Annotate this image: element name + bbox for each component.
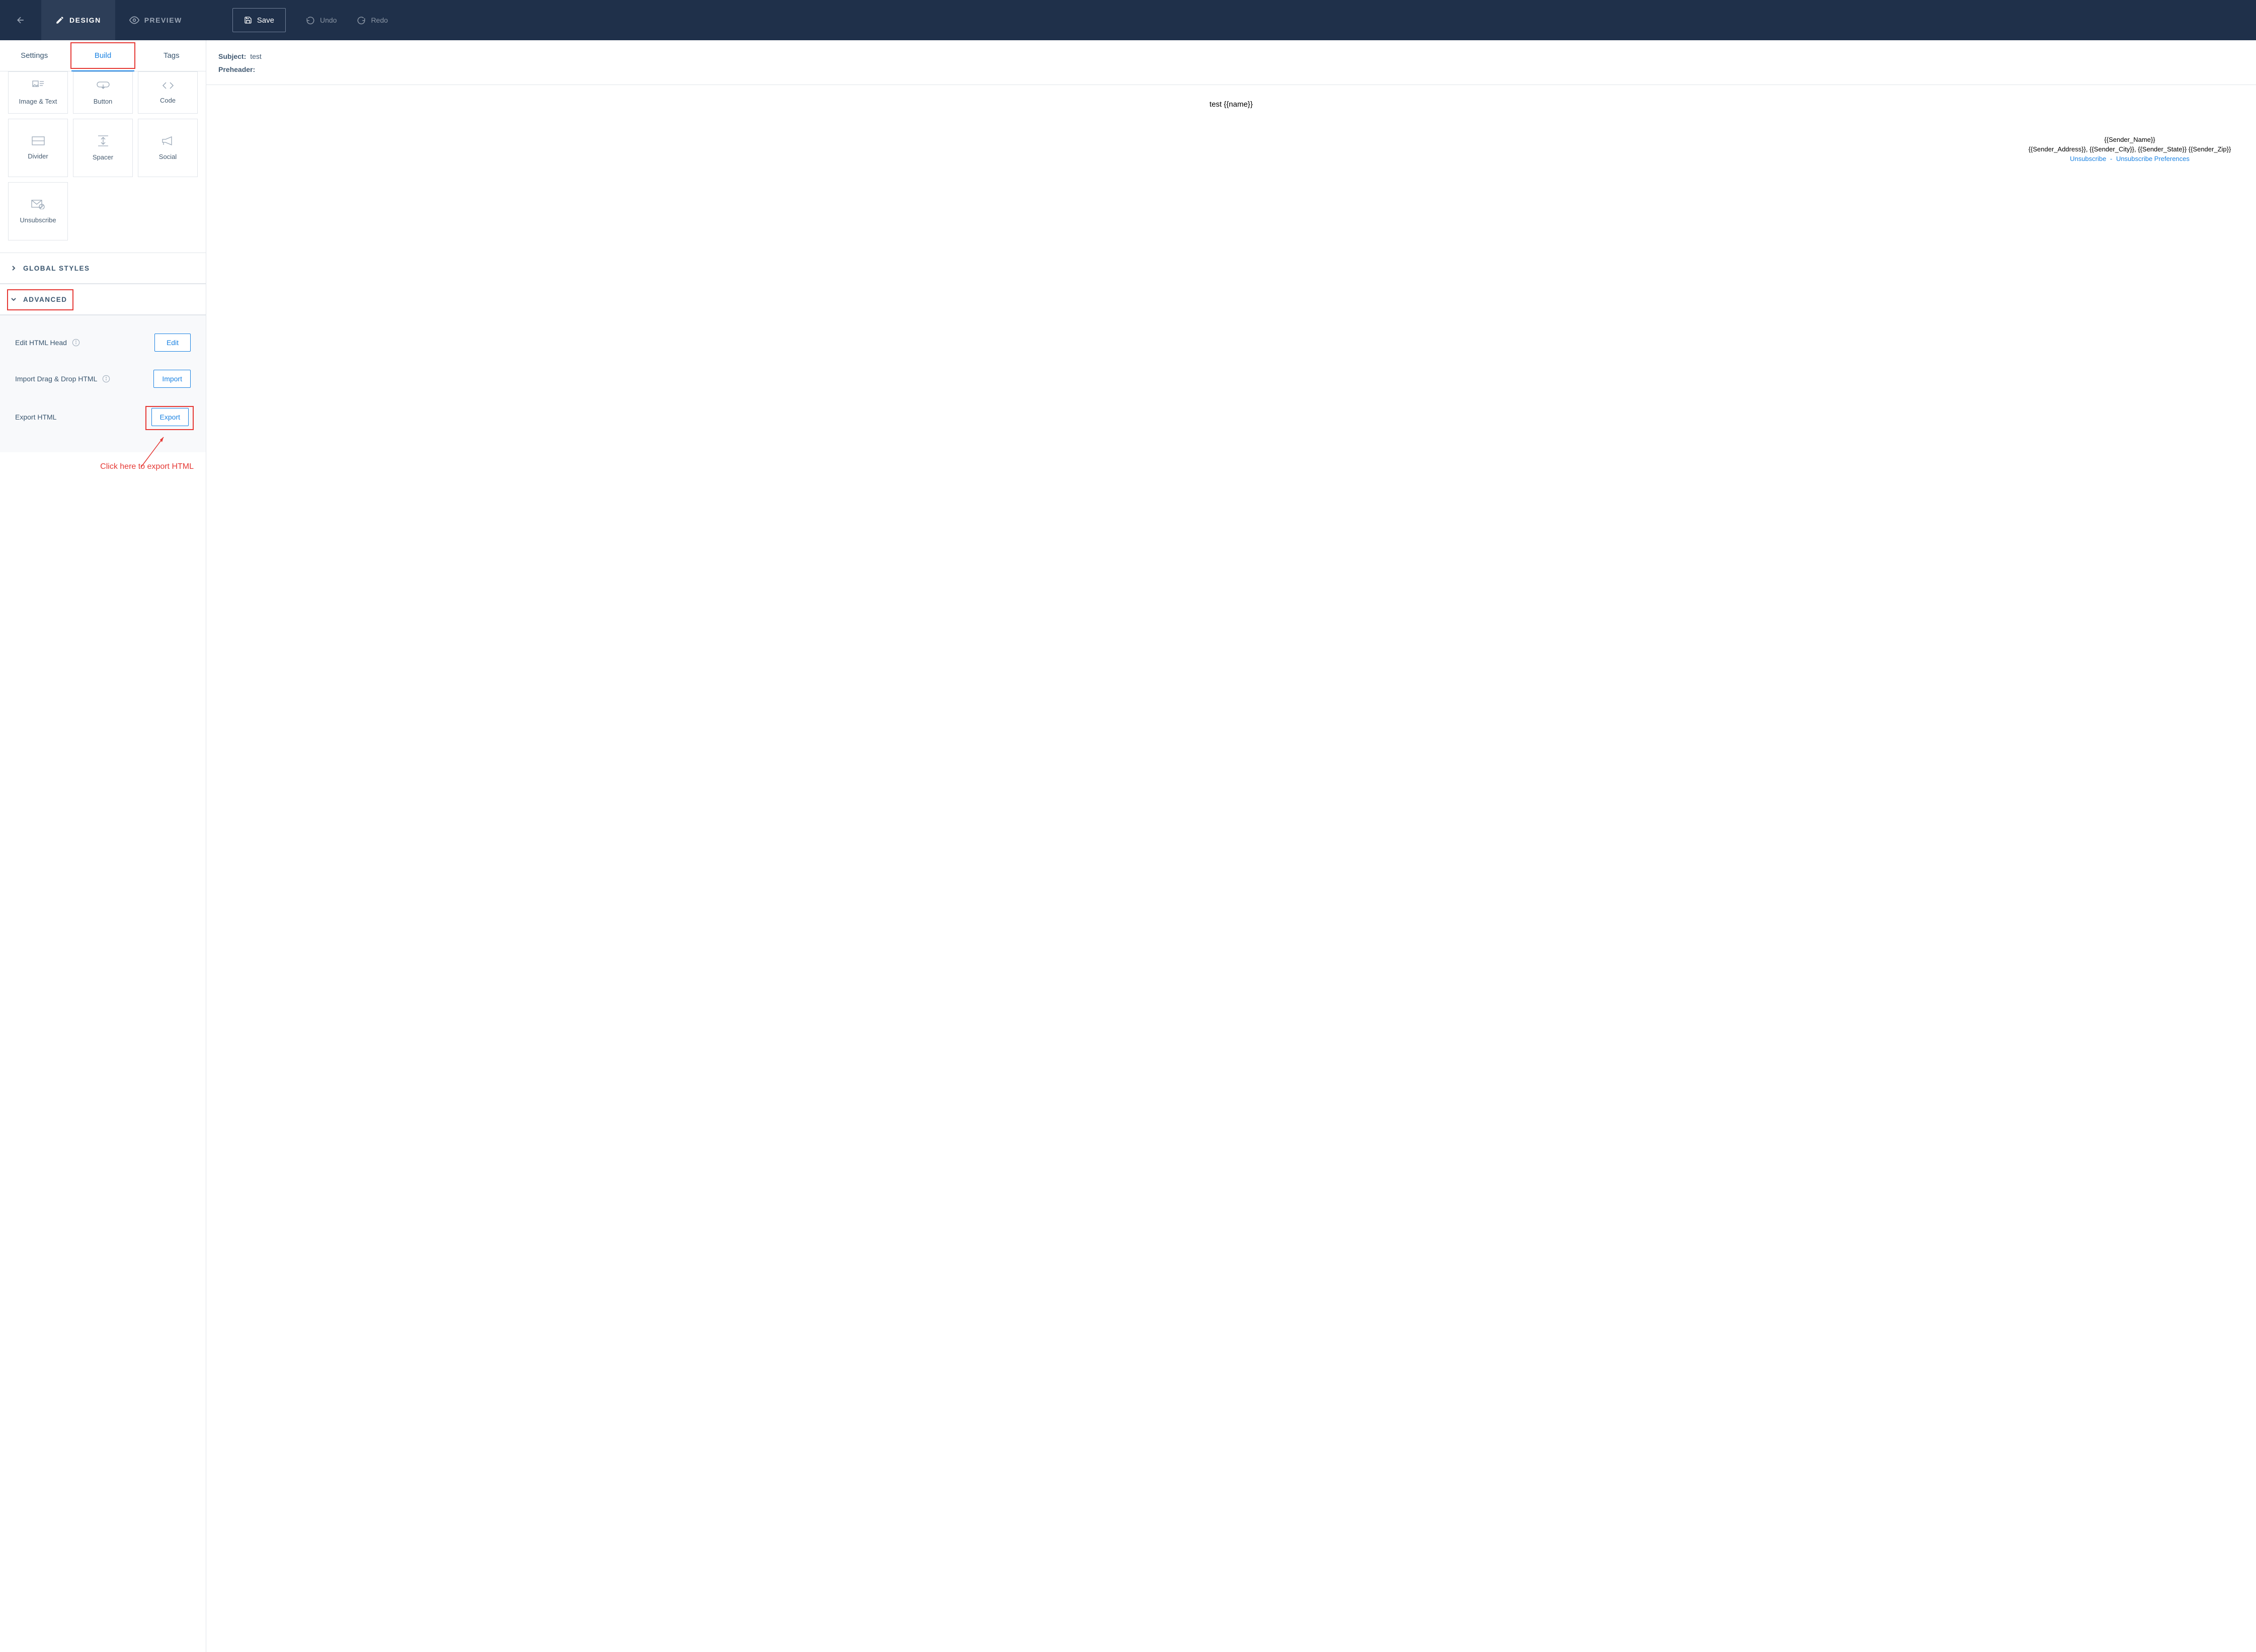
import-html-label: Import Drag & Drop HTML [15, 375, 97, 383]
section-advanced[interactable]: ADVANCED [0, 284, 206, 315]
module-code[interactable]: Code [138, 71, 198, 114]
unsubscribe-icon [31, 199, 45, 209]
tab-build-label: Build [95, 51, 111, 60]
module-label: Unsubscribe [20, 216, 56, 224]
info-icon[interactable] [72, 339, 80, 347]
import-button[interactable]: Import [153, 370, 191, 388]
redo-label: Redo [371, 16, 387, 24]
sender-address: {{Sender_Address}}, {{Sender_City}}, {{S… [2022, 145, 2238, 153]
export-button[interactable]: Export [151, 408, 189, 426]
redo-button[interactable]: Redo [357, 16, 387, 25]
module-button[interactable]: Button [73, 71, 133, 114]
module-spacer[interactable]: Spacer [73, 119, 133, 177]
annotation-text: Click here to export HTML [0, 452, 206, 471]
module-social[interactable]: Social [138, 119, 198, 177]
top-bar: DESIGN PREVIEW Save Undo Redo [0, 0, 2256, 40]
tab-tags[interactable]: Tags [137, 40, 206, 71]
tab-design[interactable]: DESIGN [41, 0, 115, 40]
module-divider[interactable]: Divider [8, 119, 68, 177]
module-label: Code [160, 97, 176, 104]
chevron-down-icon [11, 296, 16, 303]
image-text-icon [32, 80, 44, 91]
divider-icon [32, 136, 45, 145]
eye-icon [129, 15, 139, 25]
module-image-text[interactable]: Image & Text [8, 71, 68, 114]
advanced-panel: Edit HTML Head Edit Import Drag & Drop H… [0, 315, 206, 452]
module-label: Image & Text [19, 98, 57, 105]
tab-tags-label: Tags [164, 51, 180, 60]
module-label: Divider [28, 152, 48, 160]
export-html-label: Export HTML [15, 413, 56, 421]
save-button[interactable]: Save [232, 8, 286, 32]
info-icon[interactable] [102, 375, 110, 383]
section-label: GLOBAL STYLES [23, 265, 90, 272]
sender-name: {{Sender_Name}} [2022, 136, 2238, 143]
sidebar: Settings Build Tags Image & Text Button … [0, 40, 206, 1652]
subject-value[interactable]: test [250, 52, 262, 60]
tab-preview-label: PREVIEW [144, 16, 182, 24]
megaphone-icon [162, 136, 175, 146]
tab-preview[interactable]: PREVIEW [115, 0, 196, 40]
module-label: Social [159, 153, 177, 160]
section-global-styles[interactable]: GLOBAL STYLES [0, 253, 206, 284]
module-label: Spacer [93, 153, 113, 161]
subject-label: Subject: [218, 52, 246, 60]
tab-settings[interactable]: Settings [0, 40, 68, 71]
tab-settings-label: Settings [21, 51, 48, 60]
spacer-icon [98, 135, 108, 146]
tab-build[interactable]: Build [68, 40, 137, 71]
separator: - [2110, 155, 2112, 162]
tab-design-label: DESIGN [69, 16, 101, 24]
pencil-icon [55, 16, 64, 25]
redo-icon [357, 16, 366, 25]
module-label: Button [94, 98, 113, 105]
unsubscribe-link[interactable]: Unsubscribe [2070, 155, 2106, 162]
back-button[interactable] [0, 0, 41, 40]
email-body-text[interactable]: test {{name}} [206, 100, 2256, 109]
preheader-label: Preheader: [218, 65, 255, 73]
undo-icon [306, 16, 315, 25]
code-icon [162, 81, 174, 90]
undo-button[interactable]: Undo [306, 16, 337, 25]
edit-button[interactable]: Edit [154, 334, 191, 352]
arrow-left-icon [16, 15, 26, 25]
undo-label: Undo [320, 16, 337, 24]
chevron-right-icon [11, 265, 16, 272]
button-icon [97, 80, 110, 91]
save-icon [244, 16, 252, 24]
unsubscribe-prefs-link[interactable]: Unsubscribe Preferences [2116, 155, 2190, 162]
save-label: Save [257, 16, 274, 25]
edit-html-head-label: Edit HTML Head [15, 339, 67, 347]
email-preview: Subject: test Preheader: test {{name}} {… [206, 40, 2256, 1652]
module-unsubscribe[interactable]: Unsubscribe [8, 182, 68, 240]
section-label: ADVANCED [23, 296, 67, 303]
